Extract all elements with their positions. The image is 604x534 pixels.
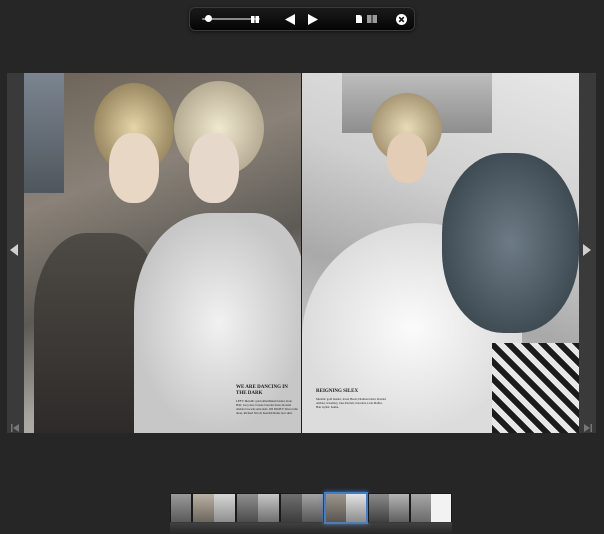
thumbnail-6[interactable] [368,493,410,523]
double-page-view-icon[interactable] [366,8,378,30]
zoom-slider-handle[interactable] [205,15,212,22]
previous-spread-arrow-icon[interactable] [10,243,20,257]
left-page-caption: WE ARE DANCING IN THE DARK LEFT: Metalli… [236,385,298,415]
next-spread-arrow-icon[interactable] [583,243,593,257]
last-page-icon[interactable] [584,419,592,432]
previous-page-icon[interactable] [282,8,298,30]
next-page-icon[interactable] [305,8,321,30]
thumbnail-reflection [170,522,452,534]
left-caption-heading: WE ARE DANCING IN THE DARK [236,385,288,396]
window-backdrop [24,73,64,193]
thumbnail-view-icon[interactable] [354,8,364,30]
magazine-viewer: WE ARE DANCING IN THE DARK LEFT: Metalli… [7,73,596,433]
close-icon[interactable] [394,8,408,30]
right-page-caption: REIGNING SILEX Metallic gold bustier, Je… [316,389,386,409]
single-page-view-icon[interactable] [248,8,262,30]
model-face-right [189,133,239,203]
right-caption-heading: REIGNING SILEX [316,389,359,394]
thumbnail-3[interactable] [236,493,280,523]
first-page-icon[interactable] [11,419,19,432]
thumbnail-strip [170,492,452,524]
model-face [387,133,427,183]
right-page[interactable]: REIGNING SILEX Metallic gold bustier, Je… [302,73,579,433]
thumbnail-2[interactable] [192,493,236,523]
denim-skirt [442,153,579,333]
left-page[interactable]: WE ARE DANCING IN THE DARK LEFT: Metalli… [24,73,301,433]
model-face-left [109,133,159,203]
viewer-toolbar [189,7,415,31]
patterned-floor [492,343,579,433]
thumbnail-5-active[interactable] [324,492,368,524]
right-caption-body: Metallic gold bustier, Jewel Heels; Diam… [316,397,386,409]
thumbnail-1[interactable] [170,493,192,523]
thumbnail-7[interactable] [410,493,452,523]
left-caption-body: LEFT: Metallic gold embellished bustier,… [236,399,298,415]
thumbnail-4[interactable] [280,493,324,523]
